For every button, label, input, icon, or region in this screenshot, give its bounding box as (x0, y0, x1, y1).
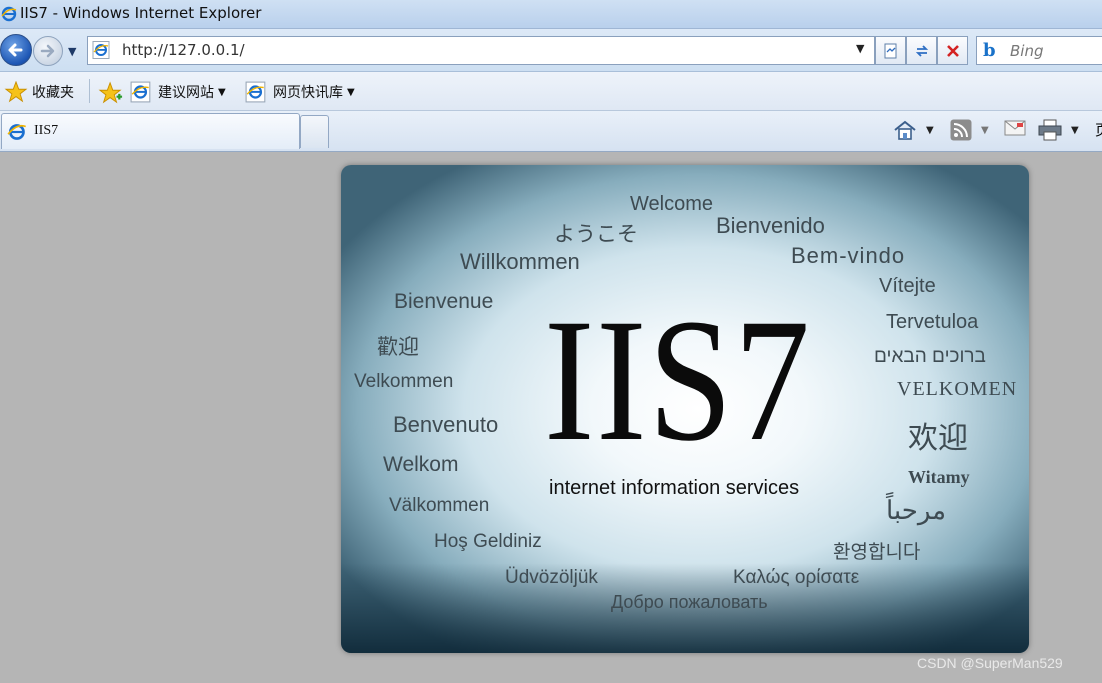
welcome-word: مرحباً (886, 495, 947, 525)
feeds-button[interactable]: ▼ (950, 119, 989, 141)
chevron-down-icon: ▼ (218, 86, 226, 98)
compatibility-view-icon (884, 43, 896, 58)
suggested-sites-link[interactable]: 建议网站 ▼ (130, 81, 226, 103)
back-arrow-icon (8, 43, 23, 57)
new-tab-button[interactable] (300, 115, 329, 148)
welcome-word: Üdvözöljük (505, 567, 598, 588)
ie-page-icon (92, 41, 112, 63)
welcome-word: Welkom (383, 453, 459, 476)
welcome-word: 환영합니다 (833, 542, 921, 563)
welcome-word: Добро пожаловать (611, 592, 768, 612)
back-button[interactable] (0, 34, 32, 66)
address-dropdown-icon[interactable]: ▼ (856, 42, 864, 55)
suggested-sites-label: 建议网站 (158, 85, 214, 101)
ie-page-icon (130, 81, 151, 103)
search-box[interactable]: b Bing (976, 36, 1102, 65)
window-title-bar: IIS7 - Windows Internet Explorer (0, 0, 1102, 29)
refresh-button[interactable] (906, 36, 937, 65)
welcome-word: Καλώς ορίσατε (733, 567, 860, 588)
stop-icon (946, 44, 959, 57)
add-favorite-star-icon (98, 81, 123, 104)
web-slice-gallery-label: 网页快讯库 (273, 85, 343, 101)
welcome-word: Hoş Geldiniz (434, 531, 542, 552)
mail-icon (1004, 120, 1026, 136)
favorites-divider (89, 79, 90, 103)
welcome-word: Willkommen (460, 249, 580, 274)
chevron-down-icon[interactable]: ▼ (1071, 125, 1079, 136)
forward-button[interactable] (33, 36, 63, 66)
welcome-word: Benvenuto (393, 412, 499, 437)
stop-button[interactable] (937, 36, 968, 65)
web-slice-gallery-link[interactable]: 网页快讯库 ▼ (245, 81, 355, 103)
welcome-word: ברוכים הבאים (874, 346, 986, 367)
window-title: IIS7 - Windows Internet Explorer (20, 4, 262, 22)
ie-logo-icon (1, 6, 17, 26)
welcome-word: Welcome (630, 193, 713, 215)
page-menu-button[interactable]: 页 (1095, 119, 1102, 140)
recent-pages-dropdown-icon[interactable]: ▼ (68, 45, 76, 58)
welcome-word: Bem-vindo (791, 243, 906, 268)
welcome-word: Witamy (908, 467, 970, 487)
welcome-word: 歡迎 (377, 336, 419, 359)
welcome-word: ようこそ (554, 223, 638, 246)
favorites-label: 收藏夹 (32, 85, 74, 101)
add-to-favorites-bar-button[interactable] (98, 81, 124, 105)
ie-page-icon (245, 81, 266, 103)
welcome-word: Vítejte (879, 275, 936, 297)
rss-feed-icon (950, 119, 972, 141)
tab-bar: IIS7 ▼ ▼ ▼ 页 (0, 111, 1102, 152)
compatibility-view-button[interactable] (875, 36, 906, 65)
watermark: CSDN @SuperMan529 (917, 655, 1063, 671)
tab-iis7[interactable]: IIS7 (1, 113, 300, 149)
tab-title: IIS7 (34, 123, 59, 138)
address-url[interactable]: http://127.0.0.1/ (122, 41, 245, 59)
page-menu-label: 页 (1095, 119, 1102, 140)
welcome-word: Bienvenue (394, 290, 494, 313)
welcome-word: Tervetuloa (886, 311, 979, 333)
search-placeholder[interactable]: Bing (1010, 42, 1044, 60)
home-button[interactable]: ▼ (893, 119, 934, 141)
iis7-tagline: internet information services (549, 477, 800, 499)
bing-logo-icon: b (983, 40, 996, 61)
ie-page-icon (7, 122, 29, 146)
chevron-down-icon: ▼ (347, 86, 355, 98)
page-content: Welcome ようこそ Bienvenido Willkommen Bem-v… (0, 152, 1102, 683)
chevron-down-icon[interactable]: ▼ (926, 125, 934, 136)
welcome-word: VELKOMEN (897, 378, 1018, 400)
welcome-word: 欢迎 (908, 422, 968, 455)
favorites-bar: 收藏夹 建议网站 ▼ 网页快讯库 ▼ (0, 72, 1102, 111)
printer-icon (1038, 119, 1062, 141)
chevron-down-icon[interactable]: ▼ (981, 125, 989, 136)
refresh-icon (915, 44, 928, 57)
forward-arrow-icon (40, 44, 55, 58)
print-button[interactable]: ▼ (1038, 119, 1079, 141)
favorites-star-icon (4, 81, 28, 103)
favorites-button[interactable]: 收藏夹 (4, 81, 74, 103)
iis7-welcome-image: Welcome ようこそ Bienvenido Willkommen Bem-v… (341, 165, 1029, 653)
address-bar[interactable]: http://127.0.0.1/ ▼ (87, 36, 875, 65)
welcome-word: Velkommen (354, 371, 454, 392)
read-mail-button[interactable] (1004, 119, 1026, 137)
welcome-word: Välkommen (389, 495, 490, 516)
iis7-logo: IIS7 (544, 283, 812, 478)
home-icon (894, 120, 916, 140)
navigation-bar: ▼ http://127.0.0.1/ ▼ b Bing (0, 29, 1102, 72)
welcome-word: Bienvenido (716, 213, 825, 238)
